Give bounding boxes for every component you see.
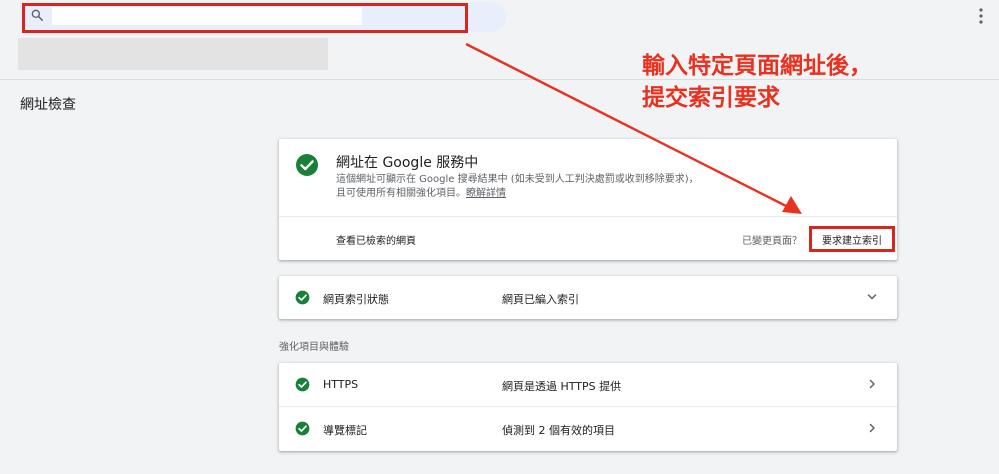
annotation-line-1: 輸入特定頁面網址後， bbox=[642, 53, 872, 79]
status-desc-line-1: 這個網址可顯示在 Google 搜尋結果中 (如未受到人工判決處罰或收到移除要求… bbox=[336, 174, 699, 185]
chevron-right-icon[interactable] bbox=[867, 423, 877, 433]
enhancement-value: 偵測到 2 個有效的項目 bbox=[502, 424, 615, 437]
chevron-down-icon[interactable] bbox=[867, 292, 877, 302]
index-status-label: 網頁索引狀態 bbox=[323, 293, 389, 306]
enhancement-label: 導覽標記 bbox=[323, 424, 367, 437]
index-status-value: 網頁已編入索引 bbox=[502, 293, 579, 306]
url-inspection-screen: 網址檢查 輸入特定頁面網址後， 提交索引要求 網址在 Google 服務中 這個… bbox=[0, 0, 999, 474]
chevron-right-icon[interactable] bbox=[867, 379, 877, 389]
check-circle-icon bbox=[295, 421, 310, 436]
card-divider bbox=[279, 216, 897, 217]
enhancements-section-label: 強化項目與體驗 bbox=[279, 342, 349, 353]
status-description: 這個網址可顯示在 Google 搜尋結果中 (如未受到人工判決處罰或收到移除要求… bbox=[336, 173, 756, 201]
enhancement-row-breadcrumbs[interactable]: 導覽標記 偵測到 2 個有效的項目 bbox=[279, 407, 897, 451]
status-desc-text: 且可使用所有相關強化項目。 bbox=[336, 188, 466, 199]
enhancement-value: 網頁是透過 HTTPS 提供 bbox=[502, 380, 622, 393]
view-crawled-page-button[interactable]: 查看已檢索的網頁 bbox=[336, 232, 416, 247]
page-title: 網址檢查 bbox=[20, 97, 76, 113]
enhancement-label: HTTPS bbox=[323, 378, 359, 391]
property-selector[interactable] bbox=[18, 38, 328, 70]
learn-more-link[interactable]: 瞭解詳情 bbox=[466, 188, 506, 199]
check-circle-icon bbox=[295, 290, 310, 305]
enhancement-row-https[interactable]: HTTPS 網頁是透過 HTTPS 提供 bbox=[279, 363, 897, 407]
status-desc-line-2: 且可使用所有相關強化項目。瞭解詳情 bbox=[336, 187, 756, 201]
coverage-status-card: 網址在 Google 服務中 這個網址可顯示在 Google 搜尋結果中 (如未… bbox=[279, 139, 897, 260]
enhancements-card: HTTPS 網頁是透過 HTTPS 提供 導覽標記 偵測到 2 個有效的項目 bbox=[279, 363, 897, 451]
search-highlight-box bbox=[22, 3, 468, 33]
annotation-line-2: 提交索引要求 bbox=[642, 85, 780, 111]
annotation-callout: 輸入特定頁面網址後， 提交索引要求 bbox=[642, 50, 872, 114]
index-status-row[interactable]: 網頁索引狀態 網頁已編入索引 bbox=[279, 276, 897, 319]
request-indexing-button[interactable]: 要求建立索引 bbox=[809, 226, 895, 252]
check-circle-icon bbox=[296, 154, 318, 176]
check-circle-icon bbox=[295, 377, 310, 392]
more-vert-icon[interactable] bbox=[979, 8, 983, 24]
status-title: 網址在 Google 服務中 bbox=[336, 155, 479, 171]
page-changed-prompt: 已變更頁面？ bbox=[742, 236, 802, 247]
